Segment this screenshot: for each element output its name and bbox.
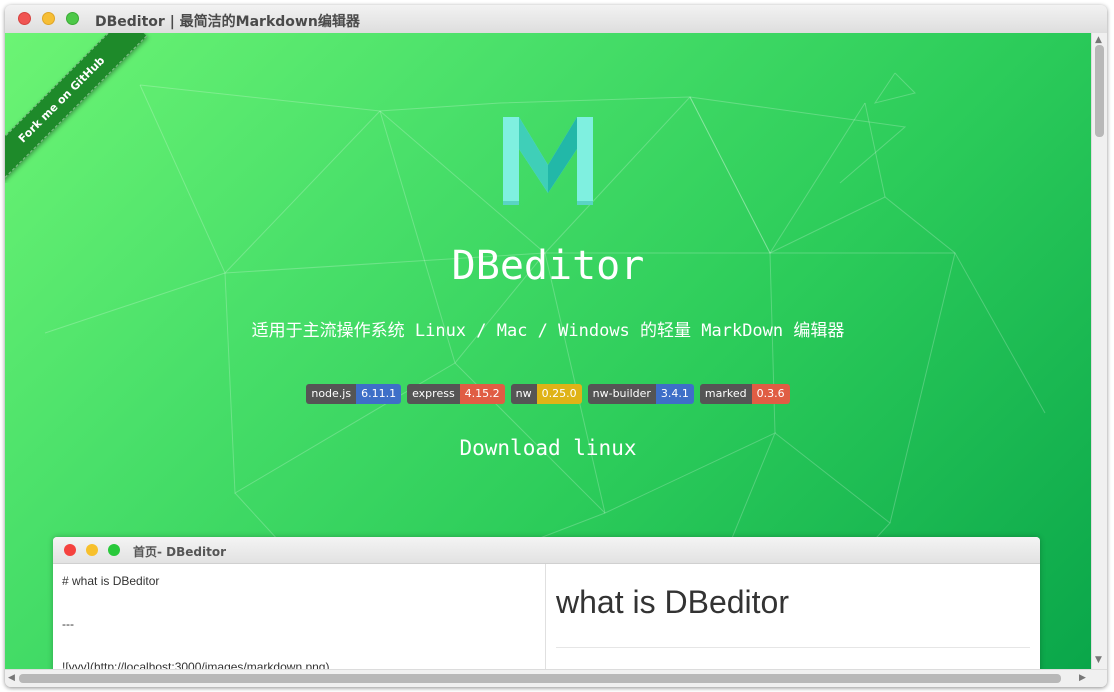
horizontal-scroll-thumb[interactable]: [19, 674, 1061, 683]
fork-github-ribbon[interactable]: Fork me on GitHub: [5, 33, 147, 183]
markdown-editor-pane: # what is DBeditor --- ![yyy](http://loc…: [53, 564, 546, 669]
scroll-up-arrow-icon[interactable]: ▲: [1095, 35, 1102, 45]
vertical-scrollbar[interactable]: ▲ ▼: [1091, 33, 1107, 669]
screenshot-close-dot: [64, 544, 76, 556]
badge-nw-builder[interactable]: nw-builder 3.4.1: [587, 384, 694, 404]
window-titlebar: DBeditor | 最简洁的Markdown编辑器: [5, 5, 1107, 34]
github-ribbon-wrap: Fork me on GitHub: [5, 33, 155, 183]
badge-marked[interactable]: marked 0.3.6: [699, 384, 790, 404]
vertical-scroll-thumb[interactable]: [1095, 45, 1104, 137]
scroll-left-arrow-icon[interactable]: ◀: [8, 673, 15, 683]
page-viewport: Fork me on GitHub DBeditor 适用于主流操作系统 Lin…: [5, 33, 1091, 669]
editor-line: # what is DBeditor: [62, 574, 160, 588]
app-name-heading: DBeditor: [451, 243, 645, 289]
browser-window: DBeditor | 最简洁的Markdown编辑器 Fork me on Gi…: [5, 5, 1107, 687]
screenshot-titlebar: 首页- DBeditor: [53, 537, 1040, 564]
scroll-down-arrow-icon[interactable]: ▼: [1095, 655, 1102, 665]
preview-divider: [556, 647, 1030, 648]
maximize-window-button[interactable]: [66, 12, 79, 25]
screenshot-maximize-dot: [108, 544, 120, 556]
screenshot-title: 首页- DBeditor: [133, 545, 227, 559]
badge-express[interactable]: express 4.15.2: [407, 384, 505, 404]
dbeditor-logo-icon: [503, 117, 593, 205]
close-window-button[interactable]: [18, 12, 31, 25]
scroll-right-arrow-icon[interactable]: ▶: [1079, 673, 1086, 683]
editor-line: ![yyy](http://localhost:3000/images/mark…: [62, 660, 330, 669]
minimize-window-button[interactable]: [42, 12, 55, 25]
screenshot-minimize-dot: [86, 544, 98, 556]
download-linux-link[interactable]: Download linux: [5, 436, 1091, 460]
editor-line: ---: [62, 617, 74, 631]
badge-nw[interactable]: nw 0.25.0: [510, 384, 582, 404]
app-screenshot-window: 首页- DBeditor # what is DBeditor --- ![yy…: [53, 537, 1040, 669]
badge-nodejs[interactable]: node.js 6.11.1: [306, 384, 402, 404]
preview-heading: what is DBeditor: [556, 584, 789, 620]
tagline: 适用于主流操作系统 Linux / Mac / Windows 的轻量 Mark…: [251, 321, 845, 341]
window-title: DBeditor | 最简洁的Markdown编辑器: [95, 14, 360, 30]
version-badges: node.js 6.11.1 express 4.15.2 nw 0.25.0 nw-…: [5, 384, 1091, 404]
horizontal-scrollbar[interactable]: ◀ ▶: [5, 669, 1107, 687]
markdown-preview-pane: what is DBeditor: [546, 564, 1040, 669]
